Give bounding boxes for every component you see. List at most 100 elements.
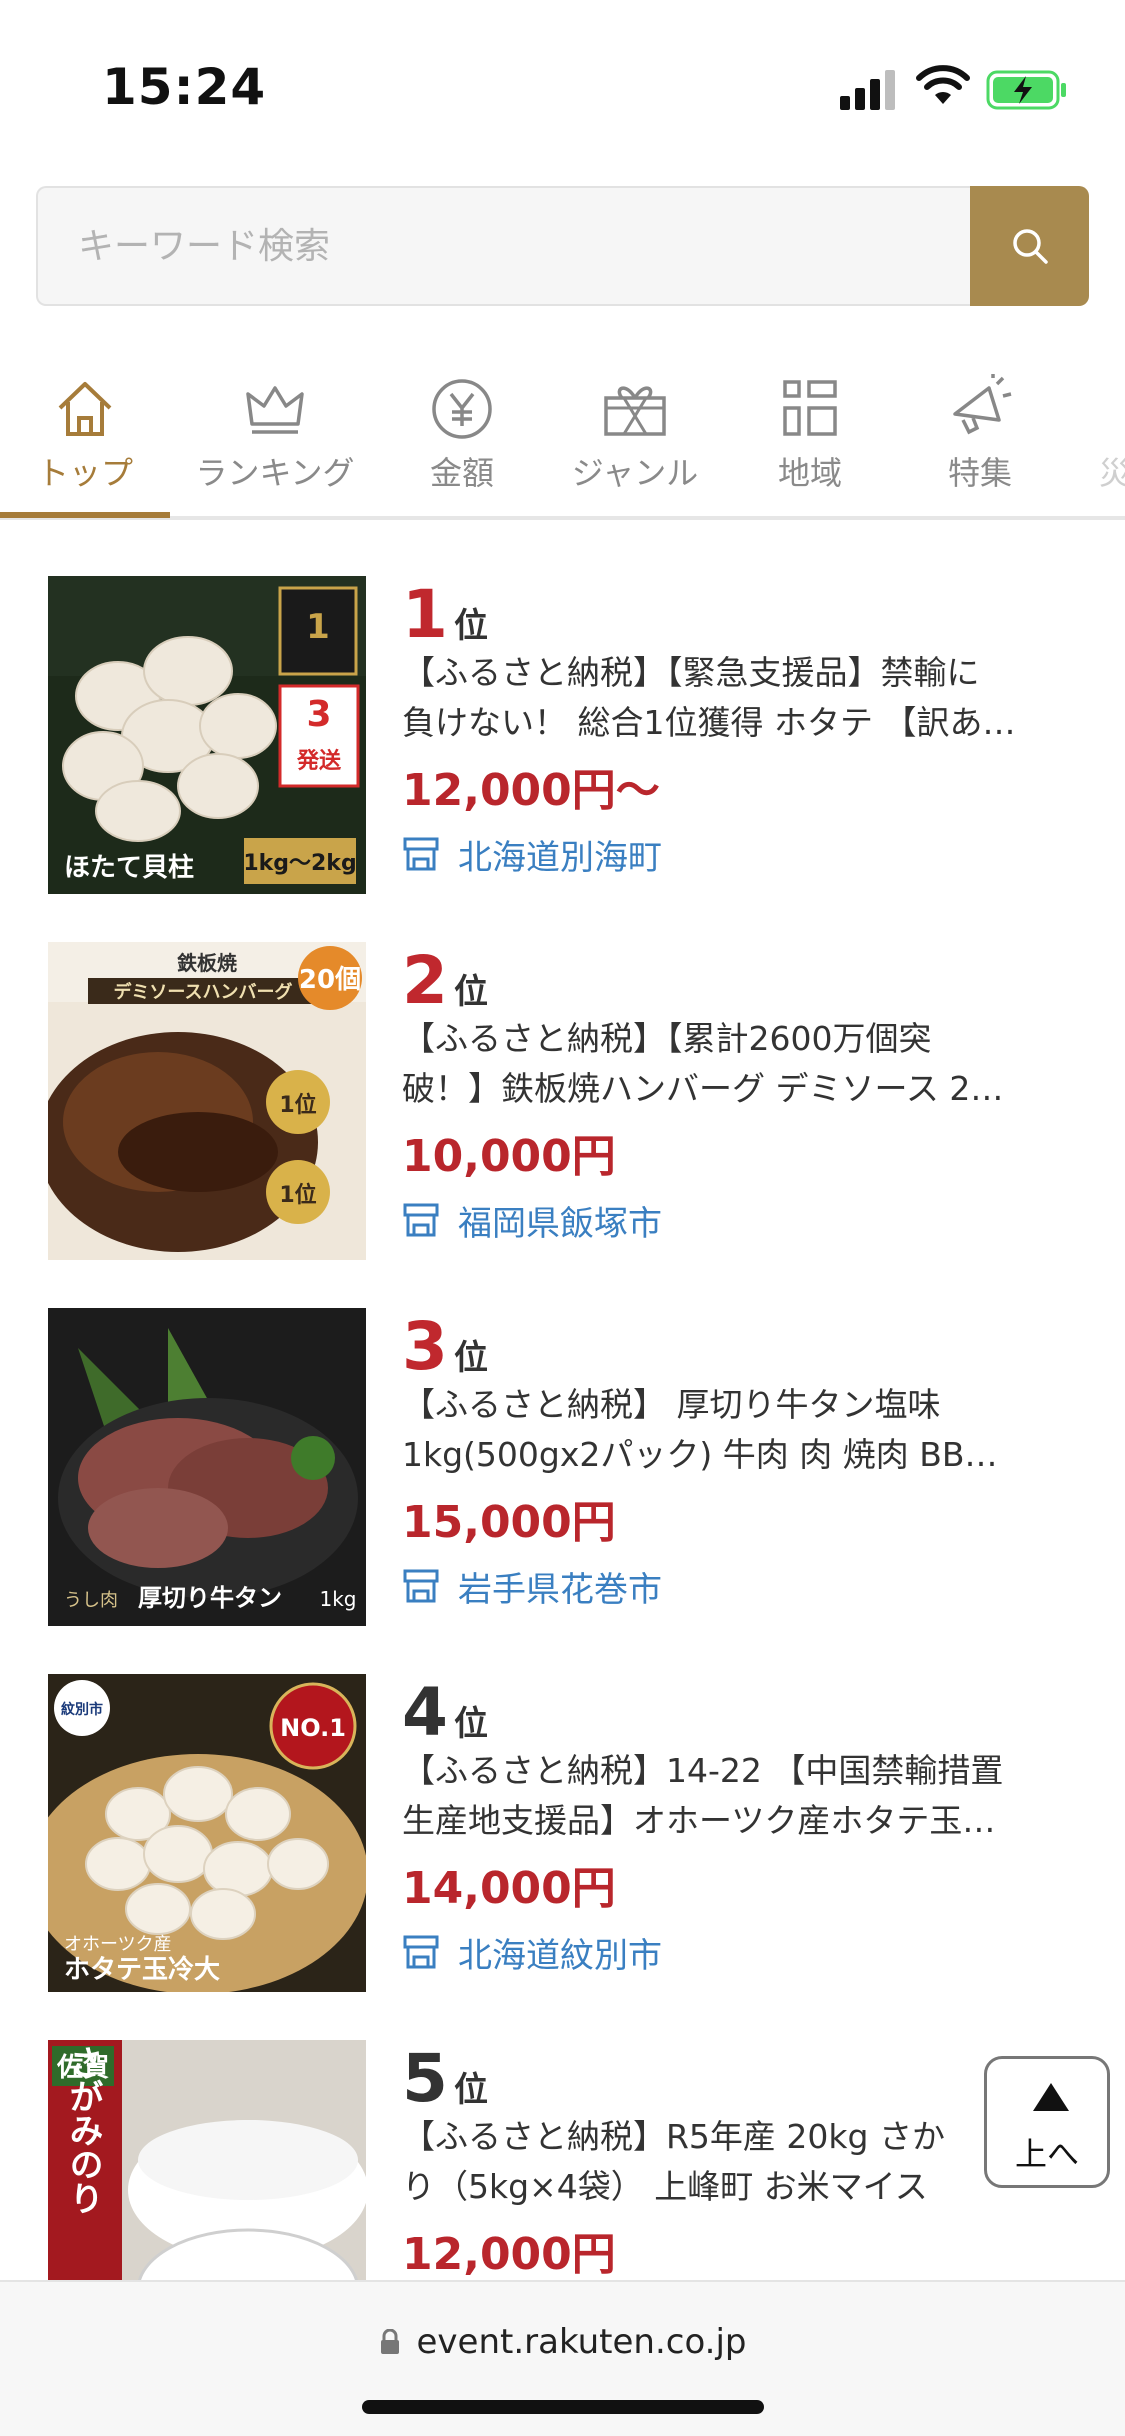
product-image[interactable]: うし肉 厚切り牛タン 1kg [48,1308,366,1626]
url-display[interactable]: event.rakuten.co.jp [0,2322,1125,2362]
search-icon [1012,229,1048,264]
rank-number: 3 [402,1308,448,1385]
tab-label: 災 [1098,454,1125,492]
rank-suffix: 位 [453,606,488,646]
location-text: 北海道紋別市 [458,1935,662,1976]
title-line: り（5kg×4袋） 上峰町 お米マイス [402,2167,928,2206]
tab-ranking[interactable]: ランキング [180,360,370,520]
image-caption: ホタテ玉冷大 [64,1954,220,1985]
home-indicator[interactable] [362,2400,764,2414]
svg-text:1: 1 [306,607,330,647]
product-title[interactable]: 【ふるさと納税】【累計2600万個突 破！】鉄板焼ハンバーグ デミソース 2… [402,1014,1082,1114]
back-to-top-button[interactable]: 上へ [984,2056,1110,2188]
image-caption: ほたて貝柱 [64,853,194,883]
image-badge: 1kg〜2kg [243,851,356,876]
title-line: 破！】鉄板焼ハンバーグ デミソース 2… [402,1069,1004,1108]
location-text: 福岡県飯塚市 [458,1203,662,1244]
tab-label: トップ [36,454,133,492]
store-icon [403,837,439,871]
svg-text:1位: 1位 [279,1092,316,1118]
home-icon [58,382,112,436]
list-item[interactable]: 佐賀 さがみのり 5位 【ふるさと納税】R5年産 20kg さか り（5kg×4… [0,2040,1125,2280]
page: 15:24 キーワード検索 トップ ランキング 金額 ジャンル 地域 特集 災 … [0,0,1125,2436]
tab-label: 地域 [777,454,842,492]
product-price: 12,000円〜 [402,765,660,816]
location-text: 岩手県花巻市 [458,1569,662,1610]
location-link[interactable]: 福岡県飯塚市 [402,1192,662,1248]
product-title[interactable]: 【ふるさと納税】【緊急支援品】禁輸に 負けない！ 総合1位獲得 ホタテ 【訳あ… [402,648,1082,748]
product-title[interactable]: 【ふるさと納税】R5年産 20kg さか り（5kg×4袋） 上峰町 お米マイス [402,2112,1082,2212]
rank: 5位 [402,2040,488,2117]
product-image[interactable]: 1 3 発送 ほたて貝柱 1kg〜2kg [48,576,366,894]
location-link[interactable]: 岩手県花巻市 [402,1558,662,1614]
battery-charging-icon [986,70,1066,110]
title-line: 生産地支援品】オホーツク産ホタテ玉… [402,1801,996,1840]
list-item[interactable]: 1 3 発送 ほたて貝柱 1kg〜2kg 1位 【ふるさと納税】【緊急支援品】禁… [0,576,1125,942]
location-text: 北海道別海町 [458,837,662,878]
rank: 3位 [402,1308,488,1385]
tab-genre[interactable]: ジャンル [555,360,715,520]
location-link[interactable]: 北海道紋別市 [402,1924,662,1980]
active-tab-indicator [0,512,170,518]
rank: 4位 [402,1674,488,1751]
rank-number: 2 [402,942,448,1019]
tab-region[interactable]: 地域 [740,360,880,520]
product-title[interactable]: 【ふるさと納税】14-22 【中国禁輸措置 生産地支援品】オホーツク産ホタテ玉… [402,1746,1082,1846]
tab-label: ランキング [195,454,355,492]
cellular-signal-icon [840,70,896,110]
list-item[interactable]: 鉄板焼 デミソースハンバーグ 20個 1位 1位 2位 【ふるさと納税】【累計2… [0,942,1125,1308]
tab-feature[interactable]: 特集 [910,360,1050,520]
tab-label: 特集 [947,454,1012,492]
list-item[interactable]: 紋別市 NO.1 オホーツク産 ホタテ玉冷大 4位 【ふるさと納税】14-22 … [0,1674,1125,2040]
rank-number: 4 [402,1674,448,1751]
image-caption: さがみのり [63,2045,103,2215]
image-label: 紋別市 [61,1701,103,1718]
rank-suffix: 位 [453,1704,488,1744]
rank-number: 1 [402,576,448,653]
product-title[interactable]: 【ふるさと納税】 厚切り牛タン塩味 1kg(500gx2パック) 牛肉 肉 焼肉… [402,1380,1082,1480]
svg-text:オホーツク産: オホーツク産 [64,1934,172,1955]
gift-icon [604,386,666,436]
rank-suffix: 位 [453,2070,488,2110]
title-line: 【ふるさと納税】【累計2600万個突 [402,1019,932,1058]
wifi-icon [916,65,970,104]
product-image[interactable]: 佐賀 さがみのり [48,2040,366,2280]
image-caption: 厚切り牛タン [138,1584,282,1612]
tab-top[interactable]: トップ [0,360,170,520]
status-time: 15:24 [102,58,267,116]
title-line: 1kg(500gx2パック) 牛肉 肉 焼肉 BB… [402,1435,998,1474]
browser-url-bar[interactable]: event.rakuten.co.jp [0,2280,1125,2436]
tab-disaster[interactable]: 災 [1075,360,1125,520]
product-price: 14,000円 [402,1863,616,1914]
status-bar: 15:24 [0,0,1125,150]
image-badge: NO.1 [280,1714,346,1742]
title-line: 【ふるさと納税】 厚切り牛タン塩味 [402,1385,941,1424]
rank: 1位 [402,576,488,653]
image-badge: 1kg [319,1587,356,1611]
title-line: 【ふるさと納税】14-22 【中国禁輸措置 [402,1751,1004,1790]
product-image[interactable]: 紋別市 NO.1 オホーツク産 ホタテ玉冷大 [48,1674,366,1992]
store-icon [403,1569,439,1603]
svg-text:3: 3 [306,694,331,735]
product-image[interactable]: 鉄板焼 デミソースハンバーグ 20個 1位 1位 [48,942,366,1260]
search-input[interactable] [36,186,971,306]
svg-text:うし肉: うし肉 [64,1590,118,1611]
tab-amount[interactable]: 金額 [392,360,532,520]
url-text: event.rakuten.co.jp [416,2322,747,2362]
svg-text:1位: 1位 [279,1182,316,1208]
svg-text:発送: 発送 [296,748,341,774]
rank-suffix: 位 [453,1338,488,1378]
title-line: 負けない！ 総合1位獲得 ホタテ 【訳あ… [402,703,1016,742]
product-price: 12,000円 [402,2229,616,2280]
search-button[interactable] [970,186,1089,306]
store-icon [403,1203,439,1237]
product-price: 15,000円 [402,1497,616,1548]
location-link[interactable]: 北海道別海町 [402,826,662,882]
svg-text:鉄板焼: 鉄板焼 [177,951,237,975]
list-item[interactable]: うし肉 厚切り牛タン 1kg 3位 【ふるさと納税】 厚切り牛タン塩味 1kg(… [0,1308,1125,1674]
title-line: 【ふるさと納税】R5年産 20kg さか [402,2117,945,2156]
buildings-icon [783,380,837,436]
image-badge: 20個 [299,965,361,995]
svg-text:デミソースハンバーグ: デミソースハンバーグ [113,981,292,1003]
ranking-list: 1 3 発送 ほたて貝柱 1kg〜2kg 1位 【ふるさと納税】【緊急支援品】禁… [0,520,1125,2280]
